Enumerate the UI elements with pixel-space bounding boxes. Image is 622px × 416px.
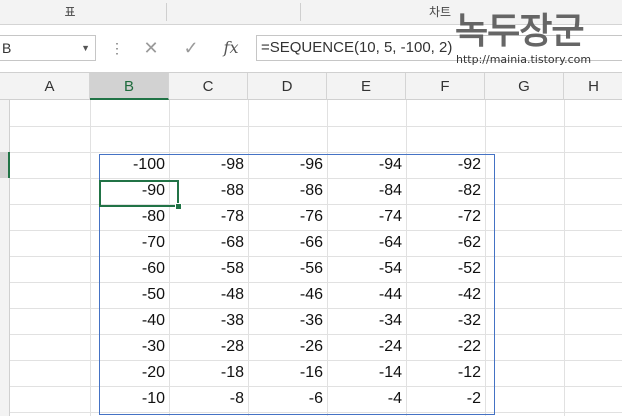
column-header-a[interactable]: A [10, 73, 90, 100]
cell-value[interactable]: -64 [327, 230, 406, 256]
cell-value[interactable]: -86 [248, 178, 327, 204]
cell-value[interactable]: -38 [169, 308, 248, 334]
gridline [564, 100, 565, 416]
cell-value[interactable]: -46 [248, 282, 327, 308]
check-icon[interactable]: ✓ [176, 35, 206, 61]
cell-value[interactable]: -90 [90, 178, 169, 204]
cell-value[interactable]: -96 [248, 152, 327, 178]
formula-input[interactable]: =SEQUENCE(10, 5, -100, 2) [256, 35, 622, 61]
cell-value[interactable]: -88 [169, 178, 248, 204]
ribbon-separator [166, 3, 167, 21]
cell-value[interactable]: -68 [169, 230, 248, 256]
cell-value[interactable]: -42 [406, 282, 485, 308]
gridline [10, 126, 622, 127]
cell-value[interactable]: -54 [327, 256, 406, 282]
cell-value[interactable]: -50 [90, 282, 169, 308]
cell-value[interactable]: -70 [90, 230, 169, 256]
column-header-c[interactable]: C [169, 73, 248, 100]
cell-value[interactable]: -16 [248, 360, 327, 386]
ribbon-separator [300, 3, 301, 21]
cell-value[interactable]: -8 [169, 386, 248, 412]
cell-value[interactable]: -40 [90, 308, 169, 334]
cell-value[interactable]: -94 [327, 152, 406, 178]
cell-value[interactable]: -6 [248, 386, 327, 412]
column-header-f[interactable]: F [406, 73, 485, 100]
fill-handle[interactable] [175, 203, 182, 210]
cell-value[interactable]: -82 [406, 178, 485, 204]
cell-value[interactable]: -26 [248, 334, 327, 360]
cell-value[interactable]: -76 [248, 204, 327, 230]
column-header-e[interactable]: E [327, 73, 406, 100]
cell-value[interactable]: -56 [248, 256, 327, 282]
cell-value[interactable]: -2 [406, 386, 485, 412]
cell-value[interactable]: -44 [327, 282, 406, 308]
row-header-strip[interactable] [0, 100, 10, 416]
gridline [10, 412, 622, 413]
cell-value[interactable]: -98 [169, 152, 248, 178]
cell-value[interactable]: -18 [169, 360, 248, 386]
cell-value[interactable]: -22 [406, 334, 485, 360]
cell-value[interactable]: -10 [90, 386, 169, 412]
cell-value[interactable]: -30 [90, 334, 169, 360]
cell-value[interactable]: -100 [90, 152, 169, 178]
cell-value[interactable]: -80 [90, 204, 169, 230]
cell-value[interactable]: -24 [327, 334, 406, 360]
ribbon-group-chart-label: 차트 [428, 5, 452, 19]
cell-value[interactable]: -34 [327, 308, 406, 334]
cell-value[interactable]: -32 [406, 308, 485, 334]
column-header-b[interactable]: B [90, 73, 169, 100]
cell-value[interactable]: -48 [169, 282, 248, 308]
name-box-value: B [2, 40, 12, 56]
cell-value[interactable]: -14 [327, 360, 406, 386]
x-icon[interactable]: ✕ [136, 35, 166, 61]
cell-value[interactable]: -62 [406, 230, 485, 256]
column-header-bar: A B C D E F G H [0, 72, 622, 100]
cell-value[interactable]: -36 [248, 308, 327, 334]
cell-value[interactable]: -60 [90, 256, 169, 282]
column-header-d[interactable]: D [248, 73, 327, 100]
cell-value[interactable]: -92 [406, 152, 485, 178]
chevron-down-icon[interactable]: ▼ [81, 36, 90, 60]
name-box[interactable]: B ▼ [0, 35, 96, 61]
cell-grid[interactable]: -100 -98 -96 -94 -92 -90 -88 -86 -84 -82 -80 -78 -76… [10, 100, 622, 416]
insert-function-button[interactable]: fx [216, 35, 246, 61]
cell-value[interactable]: -74 [327, 204, 406, 230]
cell-value[interactable]: -20 [90, 360, 169, 386]
worksheet: A B C D E F G H -100 -98 -96 -94 -92 -90 -88 -8… [0, 72, 622, 416]
cell-value[interactable]: -28 [169, 334, 248, 360]
ribbon-group-table-label: 표 [64, 5, 76, 19]
cell-value[interactable]: -84 [327, 178, 406, 204]
cell-value[interactable]: -58 [169, 256, 248, 282]
formula-bar-grip-icon[interactable]: ⋮ [110, 35, 124, 61]
formula-bar: B ▼ ⋮ ✕ ✓ fx =SEQUENCE(10, 5, -100, 2) [0, 25, 622, 71]
gridline [485, 100, 486, 416]
cell-value[interactable]: -4 [327, 386, 406, 412]
column-header-h[interactable]: H [564, 73, 622, 100]
cell-value[interactable]: -72 [406, 204, 485, 230]
cell-value[interactable]: -12 [406, 360, 485, 386]
cell-value[interactable]: -66 [248, 230, 327, 256]
row-header-active[interactable] [0, 152, 10, 178]
ribbon-group-bar: 표 차트 [0, 0, 622, 25]
cell-value[interactable]: -52 [406, 256, 485, 282]
column-header-g[interactable]: G [485, 73, 564, 100]
